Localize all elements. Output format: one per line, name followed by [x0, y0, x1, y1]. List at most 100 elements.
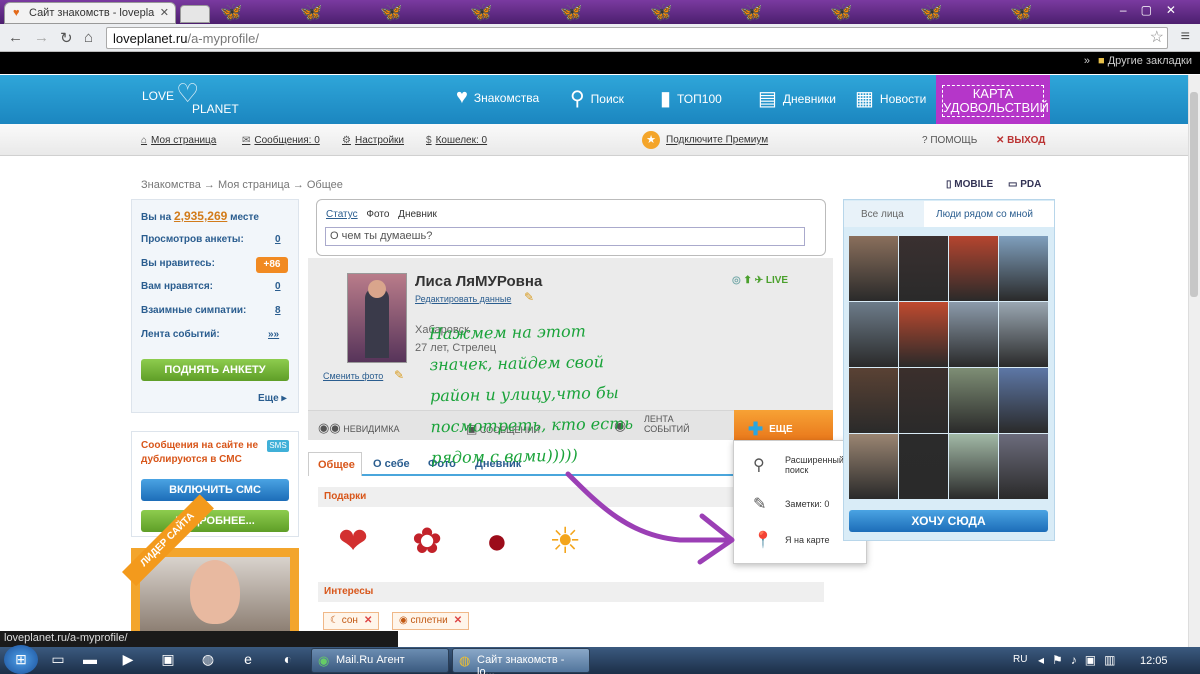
other-bookmarks[interactable]: ■ Другие закладки — [1098, 55, 1192, 67]
nearby-person-photo[interactable] — [849, 434, 898, 499]
rank-value[interactable]: 2,935,269 — [174, 209, 227, 223]
url-path: /a-myprofile/ — [187, 31, 259, 46]
more-stats-link[interactable]: Еще ▸ — [258, 393, 286, 404]
pda-version-link[interactable]: ▭ PDA — [1008, 179, 1041, 190]
reload-icon[interactable]: ↻ — [60, 29, 73, 47]
cherry-gift-icon[interactable]: ● — [486, 520, 508, 562]
menu-icon[interactable]: ≡ — [1181, 28, 1190, 46]
enable-sms-button[interactable]: ВКЛЮЧИТЬ СМС — [141, 479, 289, 501]
app-icon[interactable]: ◐ — [278, 651, 298, 669]
change-photo-link[interactable]: Сменить фото — [323, 371, 383, 381]
taskbar-mailru-agent[interactable]: ◉ Mail.Ru Агент — [311, 648, 449, 673]
nearby-person-photo[interactable] — [899, 302, 948, 367]
firefox-icon[interactable]: ◍ — [198, 651, 218, 669]
invisible-button[interactable]: ◉◉ НЕВИДИМКА — [318, 420, 399, 436]
nearby-person-photo[interactable] — [949, 368, 998, 433]
on-map-item[interactable]: Я на карте — [785, 535, 829, 545]
stat-feed-value[interactable]: »» — [268, 329, 279, 340]
my-page-link[interactable]: ⌂ Моя страница — [141, 135, 216, 146]
window-controls[interactable]: –▢✕ — [1120, 3, 1190, 17]
interest-tag[interactable]: ◉ сплетни ✕ — [392, 612, 470, 630]
premium-link[interactable]: ★ Подключите Премиум — [642, 131, 768, 149]
tab-photo[interactable]: Фото — [366, 209, 389, 220]
want-here-button[interactable]: ХОЧУ СЮДА — [849, 510, 1048, 532]
more-actions-button[interactable]: ✚ ЕЩЕ — [734, 410, 833, 440]
browser-tab-active[interactable]: ♥ Сайт знакомств - lovepla ✕ — [4, 2, 176, 24]
settings-link[interactable]: ⚙ Настройки — [342, 135, 404, 146]
tab-close-button[interactable]: ✕ — [160, 6, 169, 19]
nearby-person-photo[interactable] — [899, 434, 948, 499]
messages-link[interactable]: ✉ Сообщения: 0 — [242, 135, 320, 146]
folder-icon[interactable]: ▬ — [80, 651, 100, 669]
nearby-person-photo[interactable] — [849, 302, 898, 367]
rose-gift-icon[interactable]: ✿ — [412, 520, 442, 562]
remove-icon[interactable]: ✕ — [364, 615, 372, 626]
heart-gift-icon[interactable]: ❤ — [338, 520, 368, 562]
details-button[interactable]: ПОДРОБНЕЕ... — [141, 510, 289, 532]
tab-status[interactable]: Статус — [326, 209, 358, 220]
nearby-person-photo[interactable] — [849, 236, 898, 301]
new-tab-button[interactable] — [180, 5, 210, 23]
liked-count-badge[interactable]: +86 — [256, 257, 288, 273]
help-link[interactable]: ? ПОМОЩЬ — [922, 135, 977, 146]
clock[interactable]: 12:05 — [1140, 655, 1168, 667]
karta-line1: КАРТА — [972, 86, 1014, 101]
mobile-version-link[interactable]: ▯ MOBILE — [946, 179, 993, 190]
remove-icon[interactable]: ✕ — [454, 615, 462, 626]
nav-diaries[interactable]: ▤ Дневники — [758, 86, 836, 111]
wallet-link[interactable]: $ Кошелек: 0 — [426, 135, 487, 146]
edit-data-link[interactable]: Редактировать данные — [415, 294, 511, 304]
taskbar-chrome[interactable]: ◍ Сайт знакомств - lo... — [452, 648, 590, 674]
status-input[interactable]: О чем ты думаешь? — [325, 227, 805, 246]
nav-top100[interactable]: ▮ ТОП100 — [660, 86, 722, 111]
nearby-person-photo[interactable] — [999, 302, 1048, 367]
butterfly-icon: 🦋 — [650, 2, 673, 22]
app-icon[interactable]: ▣ — [158, 651, 178, 669]
nearby-person-photo[interactable] — [849, 368, 898, 433]
explorer-icon[interactable]: ▭ — [48, 651, 68, 669]
bookmark-star-icon[interactable]: ☆ — [1150, 27, 1164, 47]
ie-icon[interactable]: e — [238, 651, 258, 669]
forward-arrow-icon[interactable]: → — [34, 29, 49, 46]
nearby-person-photo[interactable] — [899, 368, 948, 433]
nav-dating[interactable]: ♥ Знакомства — [456, 86, 539, 109]
tab-about[interactable]: О себе — [373, 458, 410, 470]
nav-search[interactable]: ⚲ Поиск — [570, 86, 624, 111]
taskbar-label: Mail.Ru Агент — [336, 654, 405, 666]
nearby-person-photo[interactable] — [999, 236, 1048, 301]
raise-profile-button[interactable]: ПОДНЯТЬ АНКЕТУ — [141, 359, 289, 381]
nearby-person-photo[interactable] — [999, 434, 1048, 499]
nearby-person-photo[interactable] — [949, 434, 998, 499]
tab-all-faces[interactable]: Все лица — [844, 201, 924, 227]
stat-mutual-value[interactable]: 8 — [275, 305, 281, 316]
bookmarks-overflow[interactable]: » — [1084, 55, 1090, 67]
nearby-person-photo[interactable] — [899, 236, 948, 301]
nearby-person-photo[interactable] — [949, 236, 998, 301]
stat-views-value[interactable]: 0 — [275, 234, 281, 245]
start-button[interactable]: ⊞ — [4, 645, 38, 674]
tab-diary[interactable]: Дневник — [398, 209, 437, 220]
nearby-person-photo[interactable] — [999, 368, 1048, 433]
address-bar[interactable]: loveplanet.ru/a-myprofile/ — [106, 27, 1168, 49]
logo-heart-icon: ♡ — [176, 78, 200, 108]
avatar[interactable] — [347, 273, 407, 363]
language-indicator[interactable]: RU — [1013, 654, 1027, 665]
site-logo[interactable]: ♡ LOVE PLANET — [142, 80, 252, 120]
back-arrow-icon[interactable]: ← — [8, 29, 23, 46]
exit-link[interactable]: ✕ ВЫХОД — [996, 135, 1045, 146]
advanced-search-item[interactable]: Расширенный поиск — [785, 455, 844, 475]
media-player-icon[interactable]: ▶ — [118, 651, 138, 669]
notes-item[interactable]: Заметки: 0 — [785, 499, 829, 509]
system-tray[interactable]: ◂⚑♪▣▥ — [1038, 653, 1123, 667]
nav-news[interactable]: ▦ Новости — [855, 86, 926, 111]
interest-tag[interactable]: ☾ сон ✕ — [323, 612, 380, 630]
home-icon[interactable]: ⌂ — [84, 29, 93, 46]
tab-people-nearby[interactable]: Люди рядом со мной — [924, 201, 1054, 227]
stat-you-like-value[interactable]: 0 — [275, 281, 281, 292]
pda-label: PDA — [1020, 179, 1042, 190]
tab-general[interactable]: Общее — [308, 452, 362, 476]
pleasure-map-banner[interactable]: КАРТА УДОВОЛЬСТВИЙ — [936, 75, 1050, 124]
nearby-person-photo[interactable] — [949, 302, 998, 367]
interest-icon: ◉ — [399, 615, 411, 626]
scrollbar-thumb[interactable] — [1190, 92, 1198, 297]
